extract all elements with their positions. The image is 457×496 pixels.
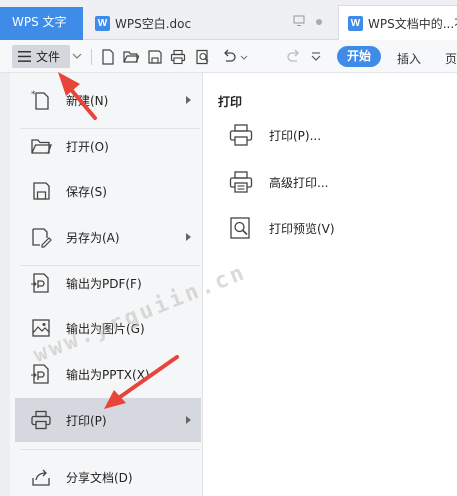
- print-icon: [31, 410, 51, 430]
- submenu-arrow-icon: [186, 96, 191, 104]
- menu-item-export-pptx[interactable]: 输出为PPTX(X): [15, 352, 201, 396]
- file-menu: * 新建(N) 打开(O) 保存(S) 另存为(A) 输出为PDF(F) 输出为…: [10, 73, 203, 496]
- app-tab[interactable]: WPS 文字: [0, 7, 83, 40]
- menu-item-open[interactable]: 打开(O): [15, 124, 201, 168]
- print-preview-icon: [230, 217, 250, 239]
- new-icon: *: [31, 90, 49, 110]
- menu-item-label: 保存(S): [66, 184, 107, 199]
- submenu-arrow-icon: [186, 416, 191, 424]
- print-submenu: 打印 打印(P)... 高级打印... 打印预览(V): [204, 73, 457, 496]
- svg-text:*: *: [31, 90, 36, 100]
- screen-icon[interactable]: [293, 15, 305, 27]
- toolbar: 文件 开始 插入 页: [0, 40, 457, 73]
- save-icon: [33, 182, 50, 200]
- print-icon[interactable]: [170, 49, 186, 65]
- save-as-icon: [32, 228, 52, 248]
- menu-item-save[interactable]: 保存(S): [15, 169, 201, 213]
- menu-item-new[interactable]: * 新建(N): [15, 78, 201, 122]
- export-pptx-icon: [31, 364, 49, 384]
- menu-item-label: 另存为(A): [66, 230, 120, 245]
- menu-item-label: 输出为PDF(F): [66, 276, 142, 291]
- submenu-item-label: 打印预览(V): [269, 221, 335, 236]
- menu-item-share[interactable]: 分享文档(D): [15, 455, 201, 496]
- submenu-title: 打印: [218, 95, 243, 109]
- undo-icon[interactable]: [221, 49, 237, 65]
- document-tab-active[interactable]: W WPS文档中的...不: [338, 5, 457, 40]
- print-preview-icon[interactable]: [195, 49, 211, 65]
- menu-item-save-as[interactable]: 另存为(A): [15, 215, 201, 259]
- advanced-print-icon: [229, 171, 253, 193]
- document-tab-title: WPS文档中的...不: [368, 16, 457, 31]
- more-icon[interactable]: [310, 49, 322, 65]
- undo-dropdown-icon[interactable]: [239, 49, 249, 65]
- hamburger-icon: [18, 51, 31, 62]
- menu-item-label: 新建(N): [66, 93, 109, 108]
- chevron-down-icon[interactable]: [72, 53, 82, 60]
- tab-insert[interactable]: 插入: [397, 50, 421, 67]
- menu-item-label: 打开(O): [66, 139, 109, 154]
- export-pdf-icon: [31, 273, 49, 293]
- toolbar-divider: [91, 49, 92, 65]
- redo-icon[interactable]: [286, 49, 302, 65]
- document-tab-title: WPS空白.doc: [115, 17, 192, 31]
- menu-divider: [20, 449, 200, 450]
- menu-item-label: 打印(P): [66, 413, 107, 428]
- export-image-icon: [32, 319, 50, 337]
- document-background: [0, 73, 10, 496]
- open-icon: [31, 139, 52, 154]
- tab-start[interactable]: 开始: [337, 46, 381, 67]
- open-folder-icon[interactable]: [123, 49, 139, 65]
- submenu-item-print[interactable]: 打印(P)...: [228, 117, 448, 153]
- submenu-item-label: 打印(P)...: [269, 128, 322, 143]
- wps-writer-icon: W: [95, 16, 110, 31]
- new-doc-icon[interactable]: [100, 49, 116, 65]
- submenu-item-print-preview[interactable]: 打印预览(V): [228, 210, 448, 246]
- save-icon[interactable]: [147, 49, 163, 65]
- menu-item-label: 分享文档(D): [66, 470, 133, 485]
- app-tab-label: WPS 文字: [12, 15, 67, 29]
- file-menu-label: 文件: [36, 50, 61, 64]
- menu-item-export-image[interactable]: 输出为图片(G): [15, 306, 201, 350]
- tab-page[interactable]: 页: [445, 50, 457, 67]
- menu-item-export-pdf[interactable]: 输出为PDF(F): [15, 261, 201, 305]
- unsaved-dot-icon: [316, 19, 322, 25]
- wps-writer-icon: W: [348, 15, 363, 31]
- share-icon: [32, 469, 50, 486]
- submenu-arrow-icon: [186, 233, 191, 241]
- submenu-item-advanced-print[interactable]: 高级打印...: [228, 164, 448, 200]
- menu-item-label: 输出为PPTX(X): [66, 367, 150, 382]
- print-icon: [229, 124, 253, 146]
- tab-bar: WPS 文字 W WPS空白.doc W WPS文档中的...不: [0, 0, 457, 40]
- menu-item-label: 输出为图片(G): [66, 321, 145, 336]
- submenu-item-label: 高级打印...: [269, 175, 329, 190]
- file-menu-button[interactable]: 文件: [12, 45, 70, 68]
- menu-item-print[interactable]: 打印(P): [15, 398, 201, 442]
